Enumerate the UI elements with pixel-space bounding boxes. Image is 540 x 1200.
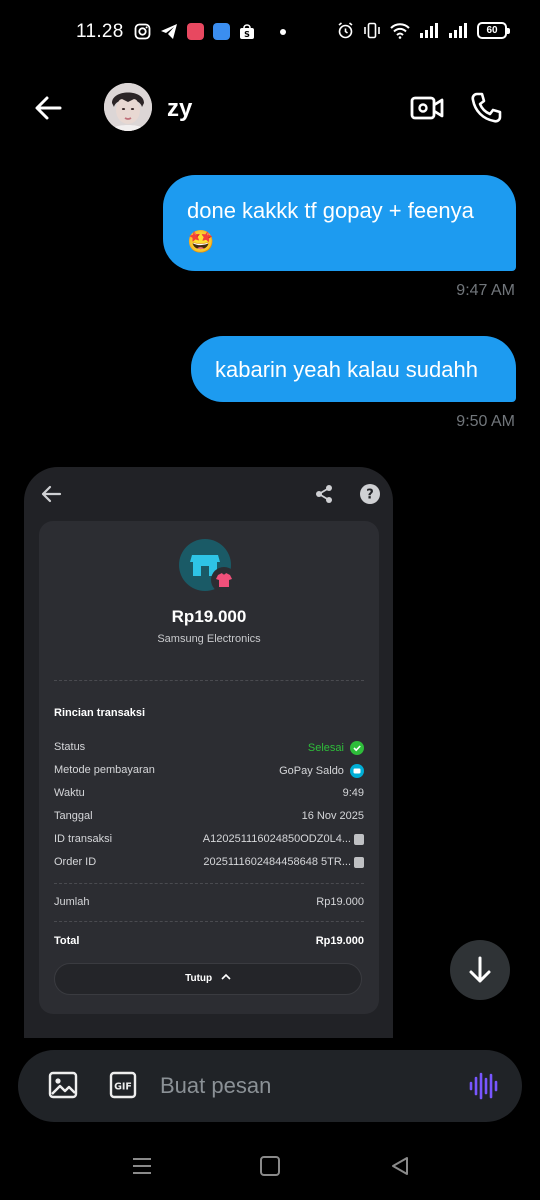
shared-image-receipt[interactable]: ? Rp19.000 Samsung Electronics Rincian t… <box>24 467 393 1038</box>
receipt-row-label: ID transaksi <box>54 833 113 845</box>
receipt-row-label: Waktu <box>54 787 85 799</box>
shopee-icon: S <box>240 24 254 39</box>
message-composer: GIF <box>18 1050 522 1122</box>
video-call-icon[interactable] <box>409 90 445 126</box>
divider <box>54 883 364 884</box>
svg-text:GIF: GIF <box>114 1082 132 1093</box>
receipt-amount: Rp19.000 <box>171 607 247 626</box>
check-circle-icon <box>350 741 364 755</box>
transaction-id: A120251116024850ODZ0L4... <box>202 833 351 845</box>
receipt-row-label: Metode pembayaran <box>54 764 155 776</box>
divider <box>54 921 364 922</box>
total-label: Total <box>54 935 80 947</box>
message-bubble-sent[interactable]: kabarin yeah kalau sudahh <box>191 336 516 402</box>
vibrate-icon <box>364 22 380 39</box>
receipt-row-value: 9:49 <box>342 787 364 799</box>
signal-icon <box>420 23 438 38</box>
receipt-row-label: Order ID <box>54 856 97 868</box>
recent-apps-icon[interactable] <box>130 1154 154 1178</box>
message-input[interactable] <box>160 1068 450 1104</box>
message-timestamp: 9:50 AM <box>456 413 515 430</box>
receipt-row-value: 2025111602484458648 5TR... <box>203 856 364 868</box>
status-time: 11.28 <box>76 21 124 42</box>
avatar-image <box>104 83 152 131</box>
receipt-row-value: 16 Nov 2025 <box>301 810 364 822</box>
notification-dot-icon <box>280 28 286 35</box>
gif-icon[interactable]: GIF <box>109 1071 137 1099</box>
status-text: Selesai <box>307 741 344 754</box>
receipt-card: Rp19.000 Samsung Electronics Rincian tra… <box>39 521 379 1014</box>
instagram-icon <box>134 23 151 40</box>
image-icon[interactable] <box>48 1070 78 1100</box>
payment-method-text: GoPay Saldo <box>279 764 344 777</box>
order-id: 2025111602484458648 5TR... <box>203 856 351 868</box>
chevron-up-icon <box>221 973 231 980</box>
telegram-icon <box>161 24 177 39</box>
receipt-row-label: Status <box>54 741 86 753</box>
voice-message-icon[interactable] <box>468 1070 498 1102</box>
close-button: Tutup <box>54 963 362 995</box>
system-nav-bar <box>0 1130 540 1200</box>
close-label: Tutup <box>185 973 213 984</box>
shirt-icon <box>211 567 237 593</box>
app-icon <box>213 23 230 40</box>
receipt-merchant: Samsung Electronics <box>157 633 261 645</box>
total-value: Rp19.000 <box>315 935 364 947</box>
svg-text:S: S <box>244 30 250 39</box>
copy-icon <box>354 856 364 868</box>
alarm-icon <box>338 22 353 39</box>
receipt-section-title: Rincian transaksi <box>54 707 146 719</box>
signal-icon <box>449 23 467 38</box>
jumlah-value: Rp19.000 <box>316 896 364 908</box>
jumlah-label: Jumlah <box>54 896 90 908</box>
avatar[interactable] <box>104 83 152 131</box>
svg-text:?: ? <box>366 488 374 503</box>
copy-icon <box>354 833 364 845</box>
conversation-header: zy <box>0 66 540 150</box>
receipt-row-value: A120251116024850ODZ0L4... <box>203 833 364 845</box>
gopay-icon <box>350 764 364 778</box>
wifi-icon <box>390 23 410 39</box>
back-arrow-icon[interactable] <box>30 90 66 126</box>
divider <box>54 680 364 681</box>
receipt-row-label: Tanggal <box>54 810 93 822</box>
status-bar: 11.28 S 60 <box>0 0 540 66</box>
help-icon: ? <box>360 484 380 504</box>
receipt-row-value: Selesai <box>308 741 364 755</box>
scroll-to-bottom-button[interactable] <box>450 940 510 1000</box>
message-timestamp: 9:47 AM <box>456 282 515 299</box>
receipt-row-value: GoPay Saldo <box>279 764 364 778</box>
phone-call-icon[interactable] <box>468 90 504 126</box>
arrow-down-icon <box>469 956 491 983</box>
back-nav-icon[interactable] <box>388 1154 412 1178</box>
share-icon <box>316 485 332 503</box>
message-text: done kakkk tf gopay + feenya 🤩 <box>187 198 474 254</box>
message-text: kabarin yeah kalau sudahh <box>215 357 478 382</box>
battery-icon: 60 <box>477 22 510 39</box>
message-bubble-sent[interactable]: done kakkk tf gopay + feenya 🤩 <box>163 175 516 271</box>
contact-name[interactable]: zy <box>167 95 192 123</box>
back-arrow-icon <box>41 485 62 503</box>
home-icon[interactable] <box>258 1154 282 1178</box>
app-icon <box>187 23 204 40</box>
